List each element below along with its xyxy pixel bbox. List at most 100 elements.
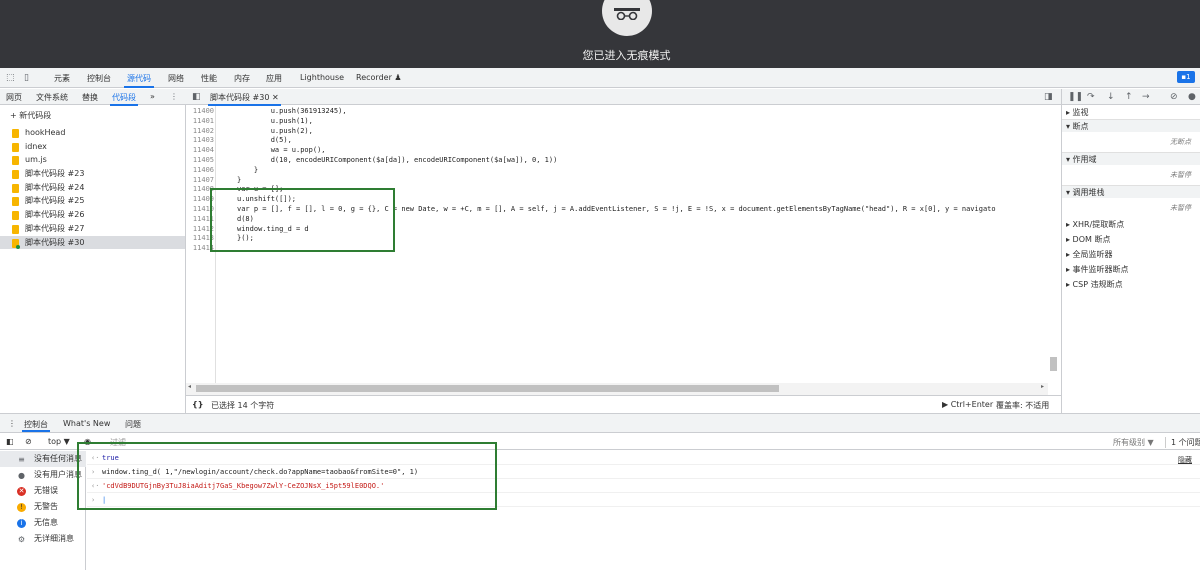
run-snippet-button[interactable]: ▶ Ctrl+Enter <box>942 400 993 409</box>
devtools-tab[interactable]: Lighthouse <box>300 73 344 82</box>
snippet-label: 脚本代码段 #30 <box>25 237 85 247</box>
console-filter-item[interactable]: ! 无警告 <box>0 499 86 515</box>
console-filter-item[interactable]: ● 没有用户消息 <box>0 467 86 483</box>
editor-file-tab[interactable]: 脚本代码段 #30 ✕ <box>208 92 281 106</box>
snippet-label: 脚本代码段 #23 <box>25 169 85 179</box>
console-filter-label: 无详细消息 <box>34 534 74 543</box>
scroll-left-icon[interactable]: ◂ <box>188 383 191 390</box>
file-icon <box>12 197 19 207</box>
snippet-item[interactable]: 脚本代码段 #26 <box>0 208 185 222</box>
more-options-icon[interactable]: ⋮ <box>170 92 178 101</box>
code-line: } <box>237 165 259 174</box>
snippet-label: idnex <box>25 141 47 151</box>
pane-placeholder: 无断点 <box>1170 138 1191 146</box>
step-icon[interactable]: → <box>1142 92 1150 102</box>
pane-header[interactable]: ▾ 断点 <box>1062 119 1200 132</box>
incognito-message: 您已进入无痕模式 <box>582 49 671 62</box>
devtools-tab[interactable]: 网络 <box>168 73 184 84</box>
devtools-tab[interactable]: 源代码 <box>124 73 154 88</box>
navigator-tab[interactable]: 替换 <box>82 92 98 103</box>
snippet-label: 脚本代码段 #25 <box>25 196 85 206</box>
sidebar-toggle-icon[interactable]: ◧ <box>6 437 14 446</box>
pane-body: 未暂停 <box>1062 165 1200 185</box>
vertical-scrollbar[interactable] <box>1050 357 1057 371</box>
navigator-tab[interactable]: 代码段 <box>110 92 138 106</box>
devtools-tab[interactable]: 元素 <box>54 73 70 84</box>
snippet-item[interactable]: idnex <box>0 140 185 154</box>
snippet-item[interactable]: 脚本代码段 #24 <box>0 181 185 195</box>
incognito-banner: 您已进入无痕模式 <box>0 0 1200 68</box>
snippet-item[interactable]: 脚本代码段 #23 <box>0 167 185 181</box>
inspect-element-icon[interactable]: ⬚ <box>6 73 16 83</box>
scrollbar-thumb[interactable] <box>196 385 779 392</box>
drawer-tab[interactable]: What's New <box>63 419 110 428</box>
console-drawer: ⋮ 控制台 What's New 问题 ◧ ⊘ top ▼ ◉ 过滤 所有级别 ▼ … <box>0 413 1200 570</box>
code-line: u.push(361913245), <box>237 107 347 115</box>
log-levels-dropdown[interactable]: 所有级别 ▼ <box>1113 437 1154 448</box>
pane-header[interactable]: ▸ XHR/提取断点 <box>1062 218 1200 231</box>
console-filter-item[interactable]: ⚙ 无详细消息 <box>0 531 86 547</box>
horizontal-scrollbar[interactable]: ◂ ▸ <box>186 383 1048 395</box>
line-number: 11403 <box>192 136 214 145</box>
console-filter-label: 无信息 <box>34 518 58 527</box>
highlight-box-console <box>77 442 497 510</box>
selection-status: 已选择 14 个字符 <box>211 401 275 410</box>
pause-icon[interactable]: ❚❚ <box>1068 92 1083 102</box>
file-icon <box>12 211 19 221</box>
drawer-tab[interactable]: 问题 <box>125 419 141 430</box>
info-icon: i <box>17 519 26 528</box>
toggle-debugger-icon[interactable]: ◨ <box>1044 92 1053 102</box>
step-out-icon[interactable]: ↑ <box>1125 92 1133 102</box>
navigator-tabbar: 网页 文件系统 替换 代码段 » ⋮ <box>0 89 186 106</box>
drawer-tab[interactable]: 控制台 <box>22 419 50 432</box>
navigator-tab[interactable]: 网页 <box>6 92 22 103</box>
toggle-navigator-icon[interactable]: ◧ <box>192 92 201 102</box>
hide-network-link[interactable]: 隐藏 <box>1178 455 1192 465</box>
devtools-tab[interactable]: 内存 <box>234 73 250 84</box>
file-icon <box>12 170 19 180</box>
clear-console-icon[interactable]: ⊘ <box>25 437 32 446</box>
console-filter-item[interactable]: i 无信息 <box>0 515 86 531</box>
pane-header[interactable]: ▸ CSP 违规断点 <box>1062 278 1200 291</box>
snippet-item[interactable]: 脚本代码段 #30 <box>0 235 185 250</box>
code-editor: ◧ 脚本代码段 #30 ✕ ◨ 11400 11401 11402 11403 1140… <box>186 89 1061 413</box>
devtools-tab[interactable]: 性能 <box>201 73 217 84</box>
sources-navigator: 网页 文件系统 替换 代码段 » ⋮ + 新代码段 hookHead idnex um.js… <box>0 89 186 413</box>
message-count-badge[interactable]: ▪1 <box>1177 71 1195 83</box>
verbose-icon: ⚙ <box>17 535 26 544</box>
console-sidebar: ≡ 没有任何消息 ● 没有用户消息 ✕ 无错误! 无警告 i 无信息 ⚙ 无详细消息 <box>0 451 86 570</box>
navigator-tab[interactable]: » <box>150 92 155 101</box>
drawer-menu-icon[interactable]: ⋮ <box>8 419 16 428</box>
pane-header[interactable]: ▸ 事件监听器断点 <box>1062 263 1200 276</box>
console-filter-label: 无警告 <box>34 502 58 511</box>
devtools-tab[interactable]: 控制台 <box>87 73 111 84</box>
pane-header[interactable]: ▾ 作用域 <box>1062 152 1200 165</box>
snippet-item[interactable]: 脚本代码段 #27 <box>0 222 185 236</box>
pretty-print-button[interactable]: {} <box>192 400 203 409</box>
console-filter-label: 无错误 <box>34 486 58 495</box>
issues-counter[interactable]: 1 个问题 <box>1165 437 1200 448</box>
snippet-item[interactable]: hookHead <box>0 126 185 140</box>
step-over-icon[interactable]: ↷ <box>1087 92 1095 102</box>
console-filter-item[interactable]: ✕ 无错误 <box>0 483 86 499</box>
console-filter-item[interactable]: ≡ 没有任何消息 <box>0 451 86 467</box>
step-into-icon[interactable]: ↓ <box>1107 92 1115 102</box>
pause-on-exceptions-icon[interactable]: ● <box>1188 92 1196 102</box>
deactivate-breakpoints-icon[interactable]: ⊘ <box>1170 92 1178 102</box>
pane-body: 无断点 <box>1062 132 1200 152</box>
pane-header[interactable]: ▸ 全局监听器 <box>1062 248 1200 261</box>
navigator-tab[interactable]: 文件系统 <box>36 92 68 103</box>
device-toolbar-icon[interactable]: ▯ <box>24 73 34 83</box>
pane-header[interactable]: ▸ 监视 <box>1062 106 1200 119</box>
devtools-tab[interactable]: Recorder ♟ <box>356 73 402 82</box>
context-selector[interactable]: top ▼ <box>48 437 70 446</box>
pane-header[interactable]: ▸ DOM 断点 <box>1062 233 1200 246</box>
file-icon <box>12 129 19 138</box>
pane-header[interactable]: ▾ 调用堆栈 <box>1062 185 1200 198</box>
snippet-item[interactable]: um.js <box>0 153 185 167</box>
scroll-right-icon[interactable]: ▸ <box>1041 383 1044 390</box>
new-snippet-button[interactable]: + 新代码段 <box>10 110 51 121</box>
close-tab-icon[interactable]: ✕ <box>272 93 279 102</box>
snippet-item[interactable]: 脚本代码段 #25 <box>0 194 185 208</box>
devtools-tab[interactable]: 应用 <box>266 73 282 84</box>
